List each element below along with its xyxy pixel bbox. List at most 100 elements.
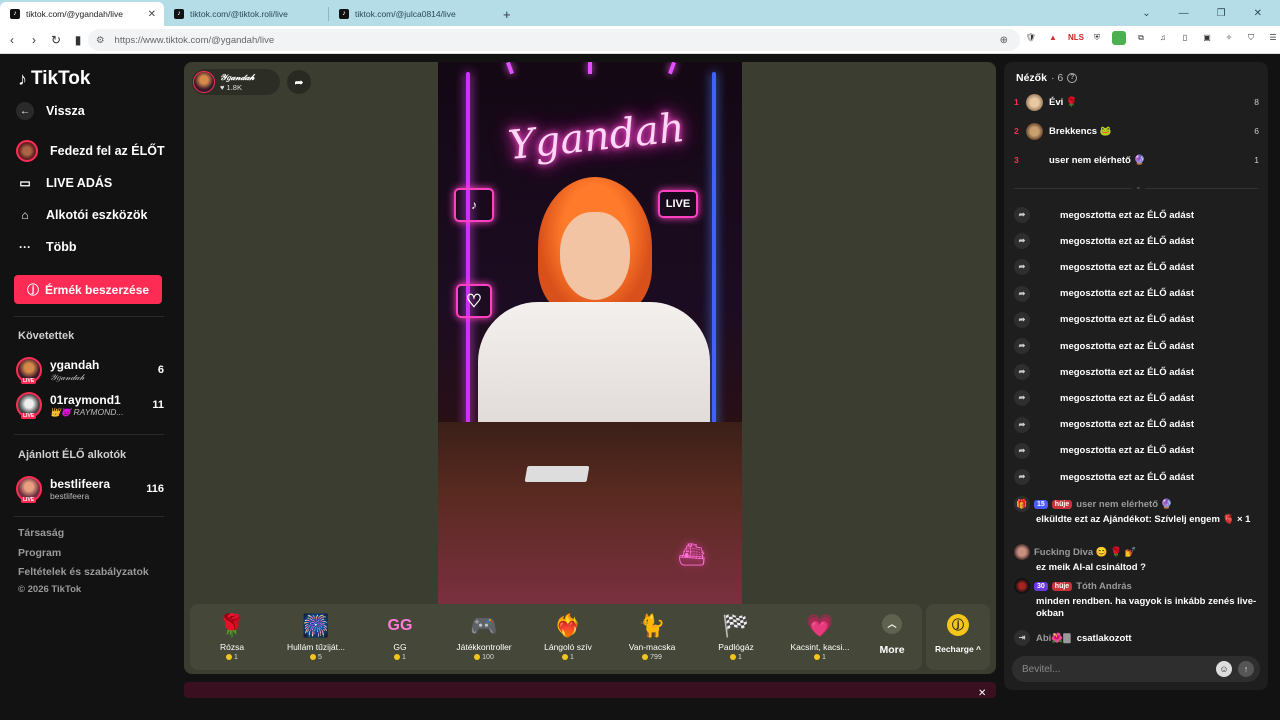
minimize-icon[interactable]: — bbox=[1179, 8, 1189, 19]
copy-icon[interactable]: ⧉ bbox=[1134, 31, 1148, 45]
viewer-row[interactable]: 2 Brekkencs 🐸 6 bbox=[1014, 120, 1259, 142]
recharge-label: Recharge ^ bbox=[934, 644, 982, 654]
gift-wink[interactable]: 💗 Kacsint, kacsi... 1 bbox=[778, 604, 862, 670]
recommended-item-bestlifeera[interactable]: LIVE bestlifeera bestlifeera 116 bbox=[16, 474, 164, 504]
reload-icon[interactable]: ↻ bbox=[46, 33, 66, 47]
gift-game-controller[interactable]: 🎮 Játékkontroller 100 bbox=[442, 604, 526, 670]
chat-username[interactable]: Tóth András bbox=[1076, 581, 1132, 592]
menu-icon[interactable]: ☰ bbox=[1266, 31, 1280, 45]
desk-card bbox=[524, 466, 590, 482]
music-icon[interactable]: ♫ bbox=[1156, 31, 1170, 45]
close-window-icon[interactable]: ✕ bbox=[1254, 8, 1262, 19]
footer-terms-link[interactable]: Feltételek és szabályzatok bbox=[18, 566, 149, 578]
close-icon[interactable]: ✕ bbox=[978, 688, 986, 699]
chat-input[interactable] bbox=[1022, 663, 1216, 675]
site-settings-icon[interactable]: ⚙ bbox=[96, 35, 105, 46]
chat-input-container: ☺ ↑ bbox=[1012, 656, 1260, 682]
gift-price: 1 bbox=[526, 654, 610, 661]
chevron-down-icon[interactable]: ⌄ bbox=[1132, 182, 1145, 191]
info-icon[interactable]: ? bbox=[1067, 73, 1078, 83]
chat-username[interactable]: user nem elérhető 🔮 bbox=[1076, 499, 1172, 510]
rewards-icon[interactable]: ▲ bbox=[1046, 31, 1060, 45]
chat-username[interactable]: Fucking Diva 😊 🌹 💅 bbox=[1034, 547, 1137, 558]
joined-text: csatlakozott bbox=[1076, 632, 1132, 644]
gift-heart-on-fire[interactable]: ❤️‍🔥 Lángoló szív 1 bbox=[526, 604, 610, 670]
send-icon[interactable]: ↑ bbox=[1238, 661, 1254, 677]
tab-search-icon[interactable]: ⌄ bbox=[1142, 8, 1150, 19]
new-tab-icon[interactable]: + bbox=[503, 7, 511, 22]
shield-extension-icon[interactable]: ⛨ bbox=[1090, 31, 1104, 45]
gift-rose[interactable]: 🌹 Rózsa 1 bbox=[190, 604, 274, 670]
bottom-banner[interactable] bbox=[184, 682, 996, 698]
browser-tab[interactable]: ♪ tiktok.com/@tiktok.roli/live bbox=[164, 2, 328, 26]
tiktok-note-icon: ♪ bbox=[18, 68, 27, 89]
nav-live-studio[interactable]: ▭ LIVE ADÁS bbox=[16, 174, 112, 192]
joined-username[interactable]: Abi🌺🀫 bbox=[1036, 633, 1071, 644]
bookmark-icon[interactable]: ▮ bbox=[68, 33, 88, 47]
share-icon: ➦ bbox=[1014, 233, 1030, 250]
share-notice: ➦ megosztotta ezt az ÉLŐ adást bbox=[1014, 285, 1258, 303]
zoom-icon[interactable]: ⊕ bbox=[1000, 35, 1008, 46]
url-input[interactable]: ⚙ https://www.tiktok.com/@ygandah/live ⊕ bbox=[88, 29, 1020, 51]
close-tab-icon[interactable]: ✕ bbox=[148, 9, 156, 20]
ai-icon[interactable]: ✧ bbox=[1222, 31, 1236, 45]
gift-name: Játékkontroller bbox=[456, 642, 512, 652]
sidebar-toggle-icon[interactable]: ▯ bbox=[1178, 31, 1192, 45]
following-item-01raymond1[interactable]: LIVE 01raymond1 👑😈 RAYMOND... 11 bbox=[16, 390, 164, 420]
nav-creator-tools[interactable]: ⌂ Alkotói eszközök bbox=[16, 206, 147, 224]
wallet-icon[interactable]: ▣ bbox=[1200, 31, 1214, 45]
restore-icon[interactable]: ❐ bbox=[1217, 8, 1226, 19]
gift-full-throttle[interactable]: 🏁 Padlógáz 1 bbox=[694, 604, 778, 670]
vpn-icon[interactable]: ⛉ bbox=[1244, 31, 1258, 45]
live-video[interactable]: Ygandah ♪ LIVE ♡ ⛴ bbox=[438, 62, 742, 604]
coin-icon bbox=[642, 654, 649, 661]
tiktok-favicon-icon: ♪ bbox=[174, 9, 184, 19]
nav-more[interactable]: ··· Több bbox=[16, 238, 77, 256]
get-coins-label: Érmék beszerzése bbox=[44, 282, 150, 297]
get-coins-button[interactable]: ⓙ Érmék beszerzése bbox=[14, 275, 162, 304]
streamer-face bbox=[560, 212, 630, 300]
viewer-row[interactable]: 1 Évi 🌹 8 bbox=[1014, 91, 1259, 113]
nav-label: Több bbox=[46, 240, 77, 254]
avatar bbox=[1026, 93, 1043, 111]
following-nickname: 𝒴𝑔𝒶𝓃𝒹𝒶𝒽 bbox=[50, 371, 85, 382]
emoji-icon[interactable]: ☺ bbox=[1216, 661, 1232, 677]
gift-van-cat[interactable]: 🐈 Van-macska 799 bbox=[610, 604, 694, 670]
gift-fireworks[interactable]: 🎆 Hullám tűziját... 5 bbox=[274, 604, 358, 670]
nls-extension-icon[interactable]: NLS bbox=[1068, 31, 1084, 45]
avatar bbox=[1026, 151, 1043, 169]
footer-program-link[interactable]: Program bbox=[18, 547, 61, 559]
viewer-name: Évi 🌹 bbox=[1049, 96, 1078, 108]
color-extension-icon[interactable] bbox=[1112, 31, 1126, 45]
coin-icon bbox=[226, 654, 233, 661]
share-icon[interactable]: ➦ bbox=[287, 70, 311, 94]
coin-icon bbox=[730, 654, 737, 661]
gift-price: 100 bbox=[442, 654, 526, 661]
brave-shield-icon[interactable]: 🛡 bbox=[1024, 31, 1038, 45]
back-arrow-icon[interactable]: ‹ bbox=[2, 33, 22, 47]
following-nickname: 👑😈 RAYMOND... bbox=[50, 406, 124, 417]
more-gifts-button[interactable]: ︿ More bbox=[870, 614, 914, 656]
divider bbox=[14, 316, 164, 317]
host-info[interactable]: 𝒴𝑔𝒶𝓃𝒹𝒶𝒽 ♥ 1.8K bbox=[192, 69, 280, 95]
gift-gg[interactable]: GG GG 1 bbox=[358, 604, 442, 670]
avatar: LIVE bbox=[16, 476, 42, 503]
back-button[interactable]: ← Vissza bbox=[16, 102, 85, 120]
gift-price: 5 bbox=[274, 654, 358, 661]
nav-label: LIVE ADÁS bbox=[46, 176, 113, 190]
coin-icon bbox=[310, 654, 317, 661]
share-notice: ➦ megosztotta ezt az ÉLŐ adást bbox=[1014, 232, 1258, 250]
recharge-button[interactable]: ⓙ Recharge ^ bbox=[926, 604, 990, 670]
browser-tab-active[interactable]: ♪ tiktok.com/@ygandah/live ✕ bbox=[0, 2, 164, 26]
tiktok-logo[interactable]: ♪ TikTok bbox=[18, 68, 90, 90]
share-notice: ➦ megosztotta ezt az ÉLŐ adást bbox=[1014, 258, 1258, 276]
creator-nickname: bestlifeera bbox=[50, 491, 90, 501]
viewer-row[interactable]: 3 user nem elérhető 🔮 1 bbox=[1014, 149, 1259, 171]
following-item-ygandah[interactable]: LIVE ygandah 𝒴𝑔𝒶𝓃𝒹𝒶𝒽 6 bbox=[16, 355, 164, 385]
share-notice: ➦ megosztotta ezt az ÉLŐ adást bbox=[1014, 311, 1258, 329]
footer-company-link[interactable]: Társaság bbox=[18, 527, 64, 539]
share-text: megosztotta ezt az ÉLŐ adást bbox=[1060, 366, 1195, 378]
nav-explore-live[interactable]: Fedezd fel az ÉLŐT bbox=[16, 140, 165, 162]
forward-arrow-icon[interactable]: › bbox=[24, 33, 44, 47]
browser-tab[interactable]: ♪ tiktok.com/@julca0814/live bbox=[329, 2, 493, 26]
